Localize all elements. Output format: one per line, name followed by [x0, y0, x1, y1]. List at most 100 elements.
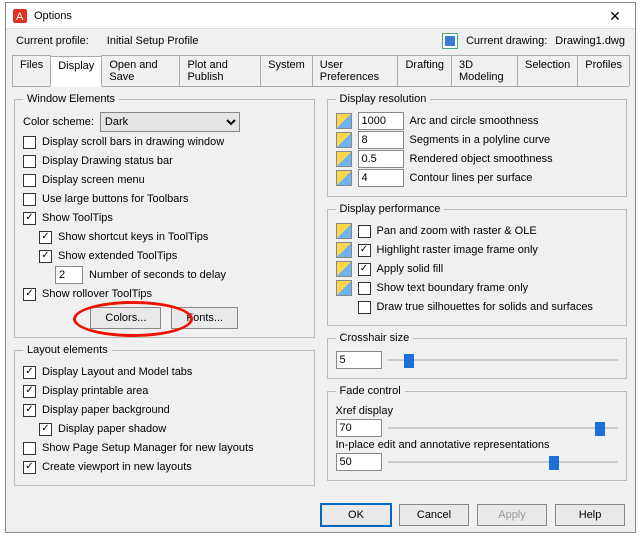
- res-icon: [336, 113, 352, 129]
- res-icon: [336, 151, 352, 167]
- rend-input[interactable]: [358, 150, 404, 168]
- color-scheme-select[interactable]: Dark: [100, 112, 240, 132]
- silhouettes-label: Draw true silhouettes for solids and sur…: [377, 301, 593, 313]
- inplace-thumb[interactable]: [549, 456, 559, 470]
- profile-row: Current profile: Initial Setup Profile C…: [6, 29, 635, 53]
- left-column: Window Elements Color scheme: Dark Displ…: [14, 93, 315, 486]
- colors-button[interactable]: Colors...: [90, 307, 161, 329]
- highlight-label: Highlight raster image frame only: [377, 244, 538, 256]
- tab-files[interactable]: Files: [12, 55, 51, 86]
- res-icon: [336, 132, 352, 148]
- tab-user-preferences[interactable]: User Preferences: [312, 55, 399, 86]
- display-resolution-group: Display resolution Arc and circle smooth…: [327, 93, 628, 197]
- perf-icon: [336, 261, 352, 277]
- layout-tabs-checkbox[interactable]: [23, 366, 36, 379]
- tooltips-label: Show ToolTips: [42, 212, 113, 224]
- tab-system[interactable]: System: [260, 55, 313, 86]
- inplace-input[interactable]: [336, 453, 382, 471]
- help-button[interactable]: Help: [555, 504, 625, 526]
- viewport-checkbox[interactable]: [23, 461, 36, 474]
- window-elements-group: Window Elements Color scheme: Dark Displ…: [14, 93, 315, 338]
- tab-plot-and-publish[interactable]: Plot and Publish: [179, 55, 261, 86]
- scrollbars-checkbox[interactable]: [23, 136, 36, 149]
- contour-input[interactable]: [358, 169, 404, 187]
- largebuttons-checkbox[interactable]: [23, 193, 36, 206]
- shadow-checkbox[interactable]: [39, 423, 52, 436]
- arc-label: Arc and circle smoothness: [410, 115, 539, 127]
- screenmenu-checkbox[interactable]: [23, 174, 36, 187]
- dialog-buttons: OK Cancel Apply Help: [321, 504, 625, 526]
- xref-input[interactable]: [336, 419, 382, 437]
- rollover-checkbox[interactable]: [23, 288, 36, 301]
- close-button[interactable]: ✕: [595, 3, 635, 29]
- pagemgr-checkbox[interactable]: [23, 442, 36, 455]
- xref-label: Xref display: [336, 405, 619, 417]
- display-performance-legend: Display performance: [336, 203, 445, 215]
- statusbar-checkbox[interactable]: [23, 155, 36, 168]
- layout-elements-group: Layout elements Display Layout and Model…: [14, 344, 315, 486]
- paperbg-checkbox[interactable]: [23, 404, 36, 417]
- window-title: Options: [34, 10, 595, 22]
- cancel-button[interactable]: Cancel: [399, 504, 469, 526]
- current-profile-label: Current profile:: [16, 35, 89, 47]
- fade-legend: Fade control: [336, 385, 405, 397]
- layout-tabs-label: Display Layout and Model tabs: [42, 366, 192, 378]
- options-dialog: A Options ✕ Current profile: Initial Set…: [5, 2, 636, 533]
- panzoom-checkbox[interactable]: [358, 225, 371, 238]
- rollover-label: Show rollover ToolTips: [42, 288, 152, 300]
- crosshair-slider[interactable]: [388, 351, 619, 369]
- seconds-label: Number of seconds to delay: [89, 269, 226, 281]
- statusbar-label: Display Drawing status bar: [42, 155, 173, 167]
- current-profile-value: Initial Setup Profile: [107, 35, 199, 47]
- inplace-slider[interactable]: [388, 453, 619, 471]
- display-resolution-legend: Display resolution: [336, 93, 431, 105]
- textframe-label: Show text boundary frame only: [377, 282, 529, 294]
- tab-display[interactable]: Display: [50, 56, 102, 87]
- inplace-label: In-place edit and annotative representat…: [336, 439, 619, 451]
- xref-thumb[interactable]: [595, 422, 605, 436]
- crosshair-group: Crosshair size: [327, 332, 628, 379]
- ok-button[interactable]: OK: [321, 504, 391, 526]
- crosshair-thumb[interactable]: [404, 354, 414, 368]
- contour-label: Contour lines per surface: [410, 172, 533, 184]
- shortcut-label: Show shortcut keys in ToolTips: [58, 231, 208, 243]
- window-elements-legend: Window Elements: [23, 93, 119, 105]
- drawing-icon: [442, 33, 458, 49]
- tab-bar: Files Display Open and Save Plot and Pub…: [12, 55, 629, 87]
- extended-label: Show extended ToolTips: [58, 250, 177, 262]
- tab-selection[interactable]: Selection: [517, 55, 578, 86]
- solidfill-label: Apply solid fill: [377, 263, 444, 275]
- titlebar: A Options ✕: [6, 3, 635, 29]
- fonts-button[interactable]: Fonts...: [171, 307, 238, 329]
- arc-input[interactable]: [358, 112, 404, 130]
- current-drawing-label: Current drawing:: [466, 35, 547, 47]
- tab-drafting[interactable]: Drafting: [397, 55, 452, 86]
- perf-icon: [336, 242, 352, 258]
- xref-slider[interactable]: [388, 419, 619, 437]
- paperbg-label: Display paper background: [42, 404, 170, 416]
- tooltips-checkbox[interactable]: [23, 212, 36, 225]
- crosshair-legend: Crosshair size: [336, 332, 414, 344]
- viewport-label: Create viewport in new layouts: [42, 461, 192, 473]
- tab-open-and-save[interactable]: Open and Save: [101, 55, 180, 86]
- printable-label: Display printable area: [42, 385, 148, 397]
- silhouettes-checkbox[interactable]: [358, 301, 371, 314]
- extended-checkbox[interactable]: [39, 250, 52, 263]
- colors-fonts-row: Colors... Fonts...: [23, 307, 306, 329]
- tab-profiles[interactable]: Profiles: [577, 55, 630, 86]
- printable-checkbox[interactable]: [23, 385, 36, 398]
- highlight-checkbox[interactable]: [358, 244, 371, 257]
- crosshair-input[interactable]: [336, 351, 382, 369]
- app-icon: A: [12, 8, 28, 24]
- apply-button[interactable]: Apply: [477, 504, 547, 526]
- seg-input[interactable]: [358, 131, 404, 149]
- textframe-checkbox[interactable]: [358, 282, 371, 295]
- tab-3d-modeling[interactable]: 3D Modeling: [451, 55, 518, 86]
- solidfill-checkbox[interactable]: [358, 263, 371, 276]
- res-icon: [336, 170, 352, 186]
- fade-group: Fade control Xref display In-place edit …: [327, 385, 628, 481]
- shadow-label: Display paper shadow: [58, 423, 166, 435]
- shortcut-checkbox[interactable]: [39, 231, 52, 244]
- color-scheme-label: Color scheme:: [23, 116, 94, 128]
- seconds-input[interactable]: [55, 266, 83, 284]
